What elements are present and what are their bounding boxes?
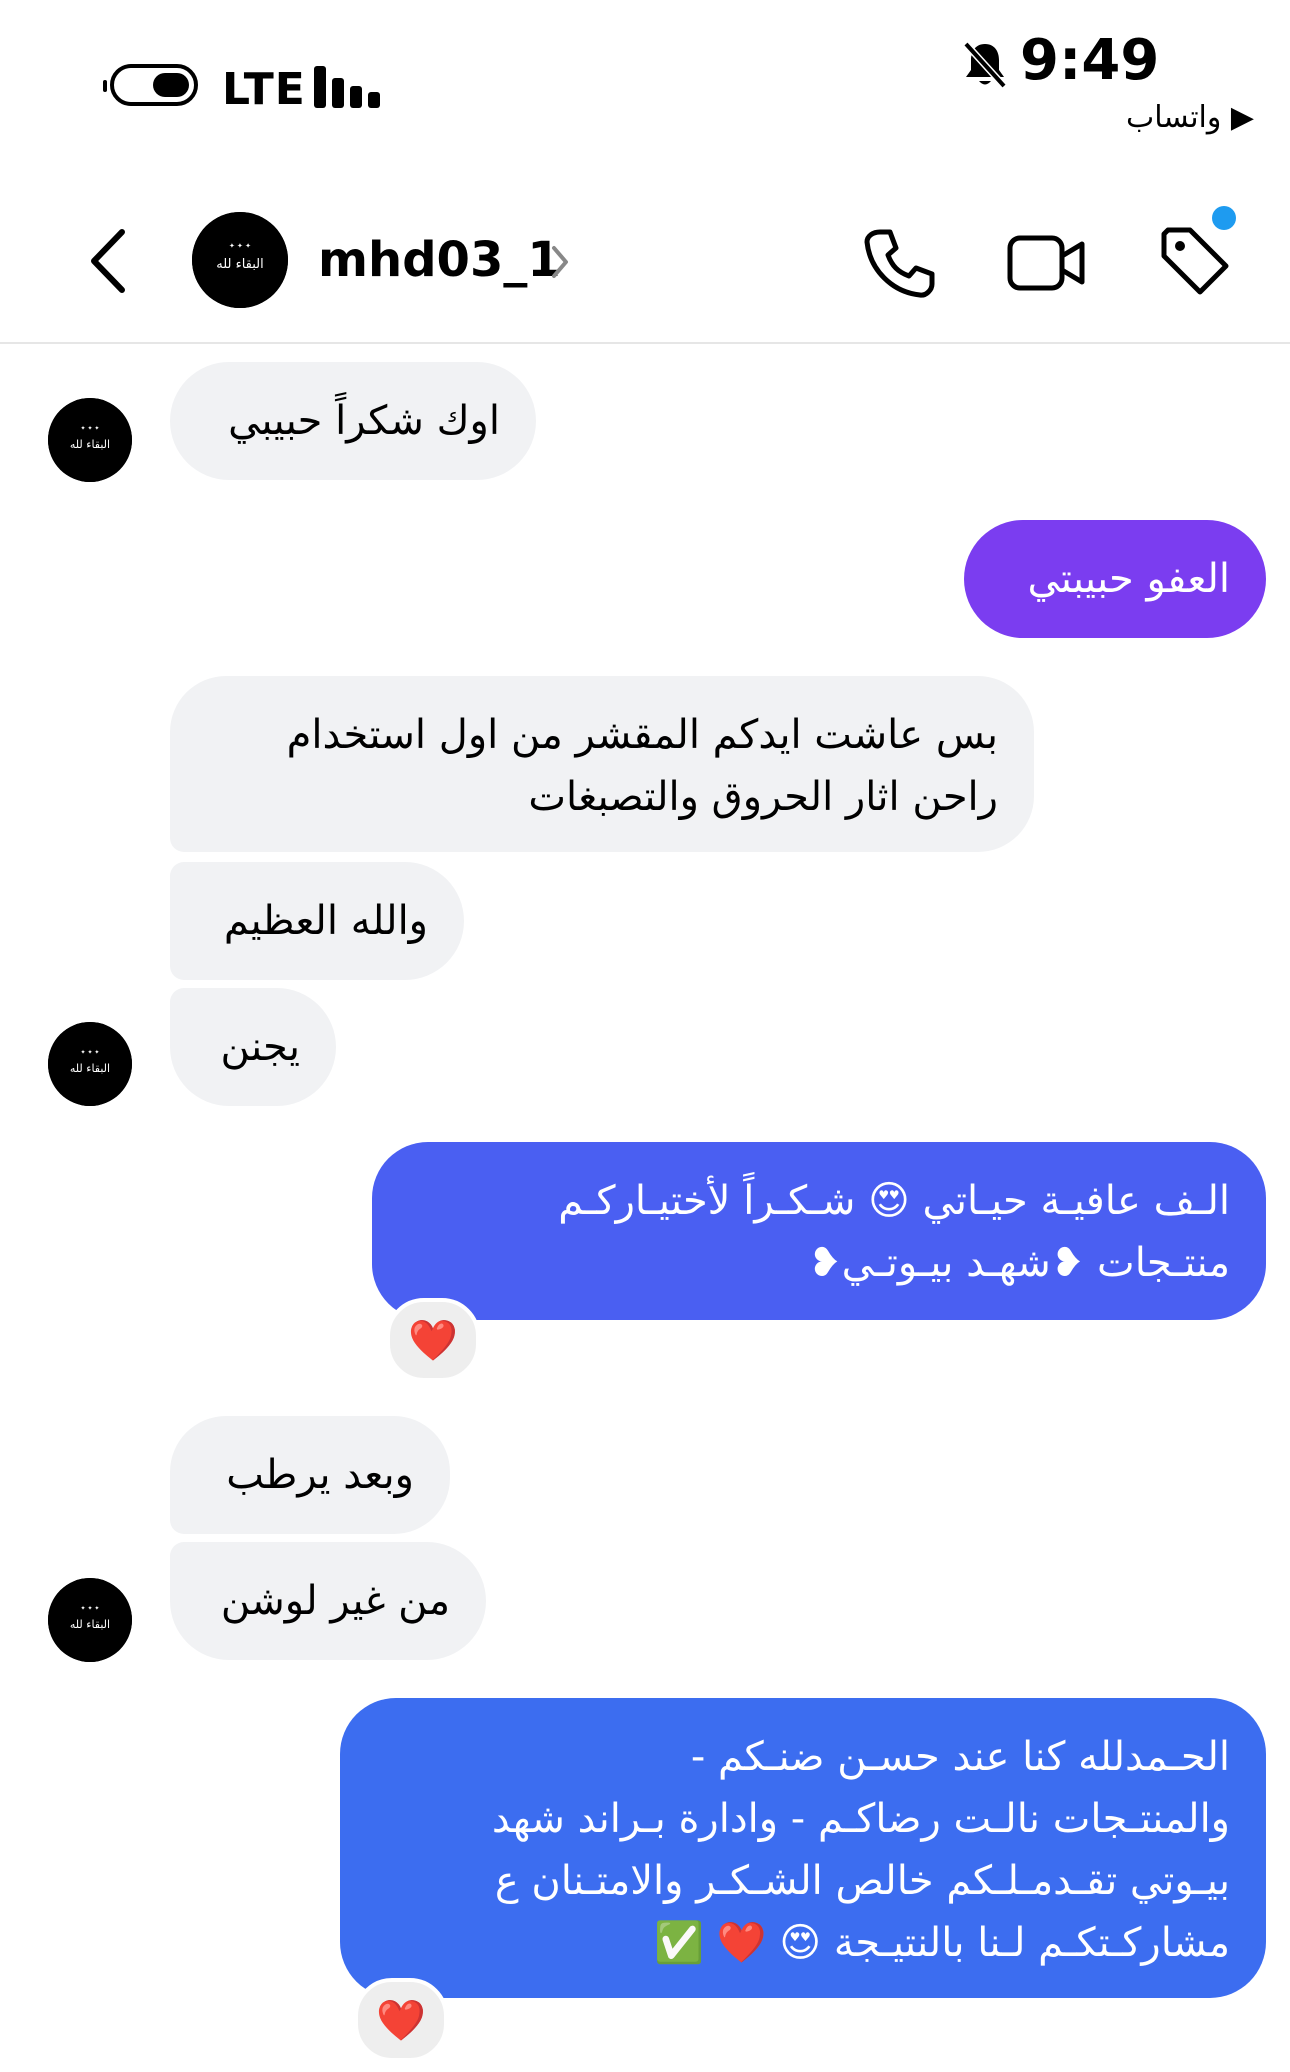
contact-username[interactable]: mhd03_1 xyxy=(318,232,561,288)
status-bar: LTE 9:49 ▶ واتساب xyxy=(0,0,1290,160)
svg-text:✦ ✦ ✦: ✦ ✦ ✦ xyxy=(229,242,251,250)
message-bubble-outgoing[interactable]: الـف عافيـة حيـاتي 😍 شـكـراً لأختيـاركـم… xyxy=(372,1142,1266,1320)
back-to-app-label: واتساب xyxy=(1126,100,1222,135)
svg-text:✦ ✦ ✦: ✦ ✦ ✦ xyxy=(81,1049,100,1056)
avatar-caption: البقاء لله xyxy=(70,1618,110,1631)
avatar-caption: البقاء لله xyxy=(216,257,264,272)
message-bubble-incoming[interactable]: يجنن xyxy=(170,988,336,1106)
message-bubble-incoming[interactable]: من غير لوشن xyxy=(170,1542,486,1660)
phone-icon[interactable] xyxy=(862,226,936,300)
svg-text:✦ ✦ ✦: ✦ ✦ ✦ xyxy=(81,425,100,432)
tag-icon[interactable] xyxy=(1156,222,1232,298)
svg-text:✦ ✦ ✦: ✦ ✦ ✦ xyxy=(81,1605,100,1612)
message-bubble-incoming[interactable]: بس عاشت ايدكم المقشر من اول استخدام راحن… xyxy=(170,676,1034,852)
message-bubble-incoming[interactable]: وبعد يرطب xyxy=(170,1416,450,1534)
network-type: LTE xyxy=(222,64,306,115)
play-arrow-icon: ▶ xyxy=(1230,100,1254,135)
message-bubble-incoming[interactable]: والله العظيم xyxy=(170,862,464,980)
back-to-app-link[interactable]: ▶ واتساب xyxy=(1126,100,1254,135)
notification-dot xyxy=(1212,206,1236,230)
message-bubble-outgoing[interactable]: الحـمدلله كنا عند حسـن ضنـكم - والمنتـجا… xyxy=(340,1698,1266,1998)
chevron-right-icon[interactable] xyxy=(548,242,572,282)
avatar-caption: البقاء لله xyxy=(70,1062,110,1075)
message-bubble-outgoing[interactable]: العفو حبيبتي xyxy=(964,520,1266,638)
chat-header: ✦ ✦ ✦ البقاء لله mhd03_1 xyxy=(0,170,1290,344)
silent-bell-icon xyxy=(963,41,1007,89)
toggle-nub xyxy=(103,80,107,92)
heart-reaction-icon[interactable]: ❤️ xyxy=(386,1298,480,1382)
back-arrow-icon[interactable] xyxy=(84,226,134,296)
heart-reaction-icon[interactable]: ❤️ xyxy=(354,1978,448,2062)
clock: 9:49 xyxy=(1020,28,1160,93)
signal-strength-icon xyxy=(314,66,384,108)
contact-avatar[interactable]: ✦ ✦ ✦ البقاء لله xyxy=(192,212,288,308)
video-camera-icon[interactable] xyxy=(1006,230,1086,296)
low-data-toggle-icon xyxy=(110,64,198,106)
sender-avatar[interactable]: ✦ ✦ ✦ البقاء لله xyxy=(48,1578,132,1662)
message-bubble-incoming[interactable]: اوك شكراً حبيبي xyxy=(170,362,536,480)
sender-avatar[interactable]: ✦ ✦ ✦ البقاء لله xyxy=(48,1022,132,1106)
sender-avatar[interactable]: ✦ ✦ ✦ البقاء لله xyxy=(48,398,132,482)
avatar-caption: البقاء لله xyxy=(70,438,110,451)
